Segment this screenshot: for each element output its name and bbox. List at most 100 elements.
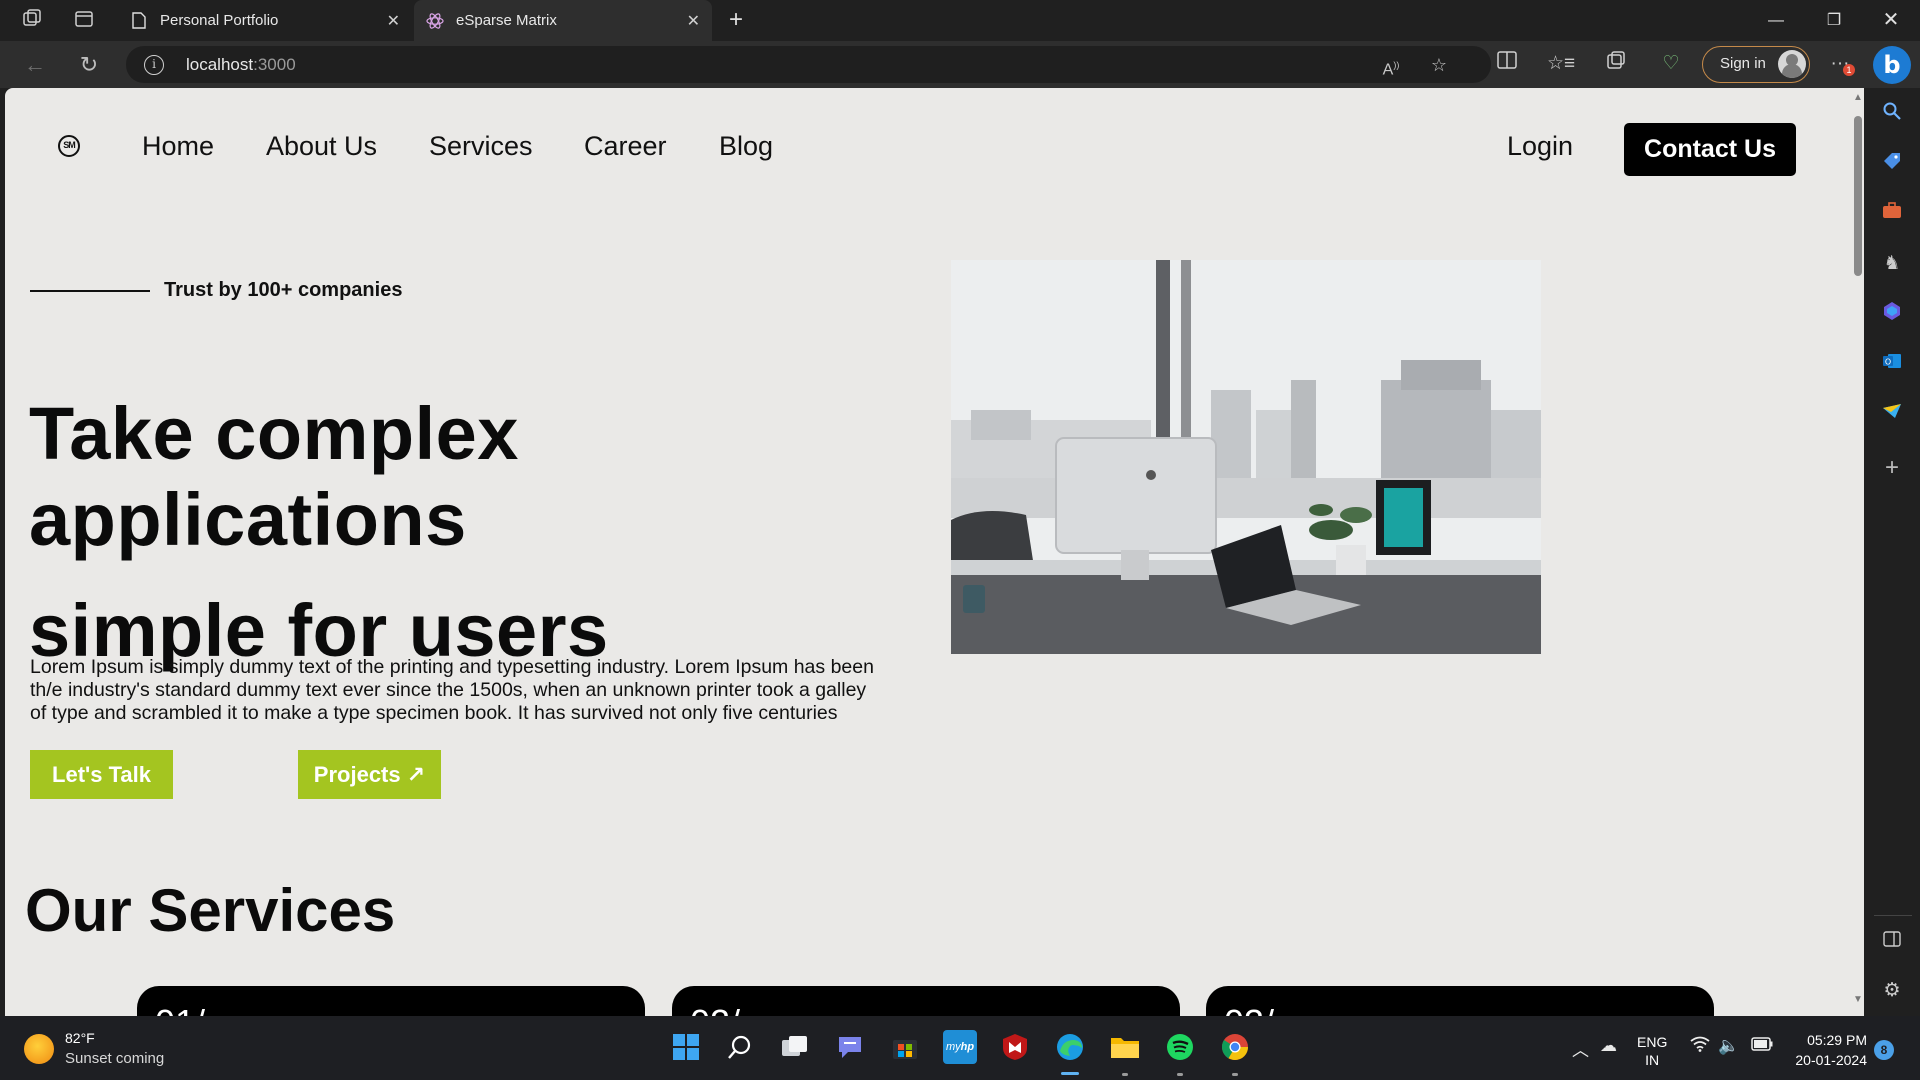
site-info-icon[interactable]: i bbox=[144, 55, 164, 75]
chrome-icon[interactable] bbox=[1218, 1030, 1252, 1064]
tab-actions-icon[interactable] bbox=[72, 8, 96, 32]
weather-status[interactable]: Sunset coming bbox=[65, 1050, 164, 1067]
microsoft-store-icon[interactable] bbox=[888, 1030, 922, 1064]
close-tab-icon[interactable]: ✕ bbox=[687, 11, 700, 31]
weather-temperature[interactable]: 82°F bbox=[65, 1030, 95, 1046]
games-chess-icon[interactable]: ♞ bbox=[1879, 251, 1905, 277]
tools-briefcase-icon[interactable] bbox=[1879, 201, 1905, 227]
page-scrollbar[interactable]: ▲ ▼ bbox=[1850, 88, 1864, 1016]
service-card[interactable]: 02/ bbox=[672, 986, 1180, 1016]
lets-talk-button[interactable]: Let's Talk bbox=[30, 750, 173, 799]
service-card-number: 03/ bbox=[1224, 1002, 1274, 1016]
svg-text:O: O bbox=[1885, 358, 1891, 367]
nav-about-us[interactable]: About Us bbox=[266, 131, 377, 162]
myhp-icon[interactable]: my hp bbox=[943, 1030, 977, 1064]
drop-send-icon[interactable] bbox=[1879, 401, 1905, 427]
close-window-button[interactable]: ✕ bbox=[1862, 0, 1920, 41]
close-tab-icon[interactable]: ✕ bbox=[387, 11, 400, 31]
read-aloud-icon[interactable]: A)) bbox=[1380, 54, 1402, 78]
favorites-icon[interactable]: ☆≡ bbox=[1547, 50, 1575, 78]
spotify-icon[interactable] bbox=[1163, 1030, 1197, 1064]
add-sidebar-app-icon[interactable]: + bbox=[1879, 455, 1905, 481]
scrollbar-thumb[interactable] bbox=[1854, 116, 1862, 276]
workspaces-icon[interactable] bbox=[20, 8, 44, 32]
login-link[interactable]: Login bbox=[1507, 131, 1573, 162]
site-logo[interactable]: SM bbox=[58, 135, 80, 157]
clock-time: 05:29 PM bbox=[1807, 1032, 1867, 1048]
sign-in-label: Sign in bbox=[1720, 55, 1766, 72]
react-logo-icon bbox=[426, 12, 444, 30]
back-button[interactable]: ← bbox=[20, 50, 50, 80]
edge-active-indicator bbox=[1061, 1072, 1079, 1075]
wifi-icon[interactable] bbox=[1690, 1036, 1710, 1057]
split-screen-icon[interactable] bbox=[1493, 50, 1521, 78]
system-clock[interactable]: 05:29 PM 20-01-2024 bbox=[1787, 1030, 1867, 1070]
settings-gear-icon[interactable]: ⚙ bbox=[1879, 978, 1905, 1004]
volume-icon[interactable]: 🔈 bbox=[1718, 1036, 1739, 1056]
windows-taskbar: 82°F Sunset coming my hp ︿ ☁ ENG IN 🔈 05… bbox=[0, 1016, 1920, 1080]
windows-start-icon[interactable] bbox=[669, 1030, 703, 1064]
minimize-button[interactable]: — bbox=[1747, 0, 1805, 41]
page-icon bbox=[130, 12, 148, 30]
notification-count-badge[interactable]: 8 bbox=[1874, 1040, 1894, 1060]
scroll-up-arrow-icon[interactable]: ▲ bbox=[1852, 92, 1864, 103]
favorite-star-icon[interactable]: ☆ bbox=[1428, 54, 1450, 76]
tab-title: Personal Portfolio bbox=[160, 12, 279, 29]
running-indicator bbox=[1122, 1073, 1128, 1076]
battery-icon[interactable] bbox=[1751, 1036, 1773, 1056]
edge-browser-icon[interactable] bbox=[1053, 1030, 1087, 1064]
weather-sun-icon[interactable] bbox=[24, 1034, 54, 1064]
trust-divider bbox=[30, 290, 150, 292]
profile-avatar bbox=[1778, 50, 1806, 78]
edge-sidebar bbox=[1866, 88, 1920, 1016]
browser-essentials-icon[interactable]: ♡ bbox=[1657, 50, 1685, 78]
copilot-icon[interactable]: b bbox=[1873, 46, 1911, 84]
new-tab-button[interactable]: + bbox=[722, 6, 750, 34]
microsoft-365-icon[interactable] bbox=[1879, 301, 1905, 327]
hero-description-line: of type and scrambled it to make a type … bbox=[30, 702, 838, 724]
outlook-icon[interactable]: O bbox=[1879, 351, 1905, 377]
show-hidden-icons-chevron-icon[interactable]: ︿ bbox=[1572, 1036, 1589, 1061]
tab-title: eSparse Matrix bbox=[456, 12, 557, 29]
clock-date: 20-01-2024 bbox=[1795, 1052, 1867, 1068]
search-icon[interactable] bbox=[1879, 101, 1905, 127]
running-indicator bbox=[1177, 1073, 1183, 1076]
onedrive-cloud-icon[interactable]: ☁ bbox=[1600, 1036, 1617, 1056]
address-bar[interactable]: i localhost:3000 A)) ☆ bbox=[126, 46, 1491, 83]
search-icon[interactable] bbox=[723, 1030, 757, 1064]
hero-heading-line-1: Take complex bbox=[29, 392, 519, 475]
file-explorer-icon[interactable] bbox=[1108, 1030, 1142, 1064]
hero-description: Lorem Ipsum is simply dummy text of the … bbox=[30, 656, 905, 725]
collections-icon[interactable] bbox=[1602, 50, 1630, 78]
projects-label: Projects bbox=[313, 762, 401, 787]
nav-services[interactable]: Services bbox=[429, 131, 533, 162]
url-text[interactable]: localhost:3000 bbox=[186, 55, 296, 75]
shopping-tag-icon[interactable] bbox=[1879, 151, 1905, 177]
mcafee-icon[interactable] bbox=[998, 1030, 1032, 1064]
tab-esparse-matrix[interactable]: eSparse Matrix ✕ bbox=[414, 0, 712, 41]
service-card-number: 02/ bbox=[690, 1002, 740, 1016]
extension-badge: 1 bbox=[1843, 64, 1855, 76]
scroll-down-arrow-icon[interactable]: ▼ bbox=[1852, 994, 1864, 1005]
nav-career[interactable]: Career bbox=[584, 131, 667, 162]
hero-description-line: Lorem Ipsum is simply dummy text of the … bbox=[30, 656, 874, 678]
running-indicator bbox=[1232, 1073, 1238, 1076]
projects-button[interactable]: Projects ↗ bbox=[298, 750, 441, 799]
teams-chat-icon[interactable] bbox=[833, 1030, 867, 1064]
hero-heading-line-2: applications bbox=[29, 478, 467, 561]
service-card[interactable]: 03/ bbox=[1206, 986, 1714, 1016]
refresh-button[interactable]: ↻ bbox=[74, 50, 104, 80]
hero-description-line: th/e industry's standard dummy text ever… bbox=[30, 679, 867, 701]
input-language[interactable]: ENG IN bbox=[1637, 1033, 1667, 1069]
browser-title-bar: Personal Portfolio ✕ eSparse Matrix ✕ + … bbox=[0, 0, 1920, 41]
services-heading: Our Services bbox=[25, 877, 396, 944]
contact-us-button[interactable]: Contact Us bbox=[1624, 123, 1796, 176]
service-card[interactable]: 01/ bbox=[137, 986, 645, 1016]
nav-home[interactable]: Home bbox=[142, 131, 214, 162]
nav-blog[interactable]: Blog bbox=[719, 131, 773, 162]
task-view-icon[interactable] bbox=[778, 1030, 812, 1064]
tab-personal-portfolio[interactable]: Personal Portfolio ✕ bbox=[118, 0, 412, 41]
hide-sidebar-icon[interactable] bbox=[1879, 929, 1905, 955]
sign-in-button[interactable]: Sign in bbox=[1702, 46, 1810, 83]
restore-button[interactable]: ❐ bbox=[1805, 0, 1863, 41]
